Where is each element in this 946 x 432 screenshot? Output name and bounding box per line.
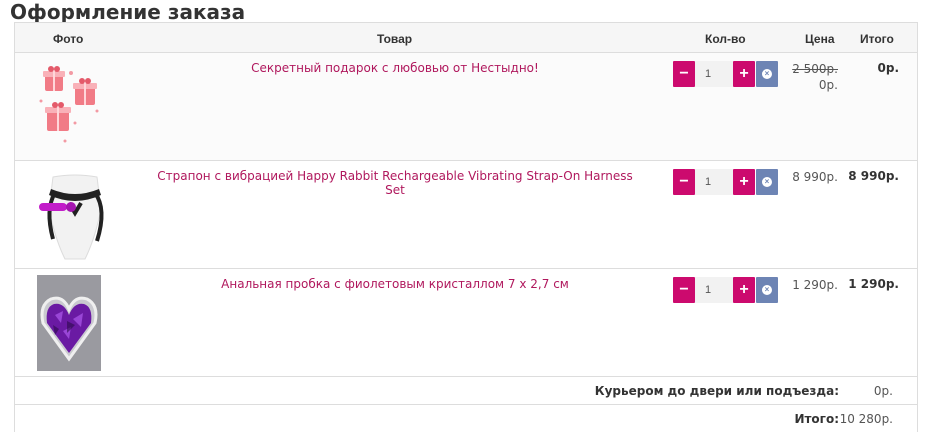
header-product: Товар bbox=[377, 32, 413, 46]
current-price: 1 290р. bbox=[792, 278, 838, 292]
grand-total-value: 10 280р. bbox=[839, 412, 893, 426]
product-photo-plug[interactable] bbox=[37, 275, 101, 371]
item-price: 2 500р. 0р. bbox=[775, 61, 838, 93]
decrease-qty-button[interactable]: − bbox=[673, 277, 695, 303]
item-total: 1 290р. bbox=[848, 277, 899, 291]
product-photo-harness[interactable] bbox=[35, 169, 105, 261]
product-name-link[interactable]: Секретный подарок с любовью от Нестыдно! bbox=[155, 61, 635, 75]
current-price: 8 990р. bbox=[792, 170, 838, 184]
delivery-row: Курьером до двери или подъезда: 0р. bbox=[15, 377, 917, 405]
item-total: 0р. bbox=[877, 61, 900, 75]
total-row: Итого: 10 280р. bbox=[15, 405, 917, 432]
page-title: Оформление заказа bbox=[10, 0, 246, 24]
header-qty: Кол-во bbox=[705, 32, 746, 46]
cart-table: Фото Товар Кол-во Цена Итого Секретный п… bbox=[14, 22, 918, 432]
decrease-qty-button[interactable]: − bbox=[673, 169, 695, 195]
table-row: Секретный подарок с любовью от Нестыдно!… bbox=[15, 53, 917, 161]
item-total: 8 990р. bbox=[848, 169, 899, 183]
close-icon: × bbox=[762, 285, 772, 295]
close-icon: × bbox=[762, 69, 772, 79]
quantity-input[interactable]: 1 bbox=[695, 277, 733, 303]
increase-qty-button[interactable]: + bbox=[733, 277, 755, 303]
header-total: Итого bbox=[860, 32, 894, 46]
grand-total-label: Итого: bbox=[794, 412, 839, 426]
decrease-qty-button[interactable]: − bbox=[673, 61, 695, 87]
increase-qty-button[interactable]: + bbox=[733, 61, 755, 87]
harness-icon bbox=[39, 174, 104, 260]
close-icon: × bbox=[762, 177, 772, 187]
quantity-input[interactable]: 1 bbox=[695, 169, 733, 195]
purple-heart-icon bbox=[37, 275, 101, 371]
current-price: 0р. bbox=[818, 78, 838, 92]
product-name-link[interactable]: Страпон с вибрацией Happy Rabbit Recharg… bbox=[155, 169, 635, 197]
table-header: Фото Товар Кол-во Цена Итого bbox=[15, 23, 917, 53]
item-price: 1 290р. bbox=[775, 277, 838, 293]
gift-boxes-icon bbox=[39, 66, 99, 143]
product-photo-gift[interactable] bbox=[35, 61, 105, 153]
increase-qty-button[interactable]: + bbox=[733, 169, 755, 195]
product-name-link[interactable]: Анальная пробка с фиолетовым кристаллом … bbox=[155, 277, 635, 291]
table-row: Страпон с вибрацией Happy Rabbit Recharg… bbox=[15, 161, 917, 269]
item-price: 8 990р. bbox=[775, 169, 838, 185]
delivery-value: 0р. bbox=[873, 384, 893, 398]
old-price: 2 500р. bbox=[792, 62, 838, 76]
delivery-label: Курьером до двери или подъезда: bbox=[594, 384, 839, 398]
header-price: Цена bbox=[805, 32, 835, 46]
table-row: Анальная пробка с фиолетовым кристаллом … bbox=[15, 269, 917, 377]
header-photo: Фото bbox=[53, 32, 84, 46]
quantity-input[interactable]: 1 bbox=[695, 61, 733, 87]
